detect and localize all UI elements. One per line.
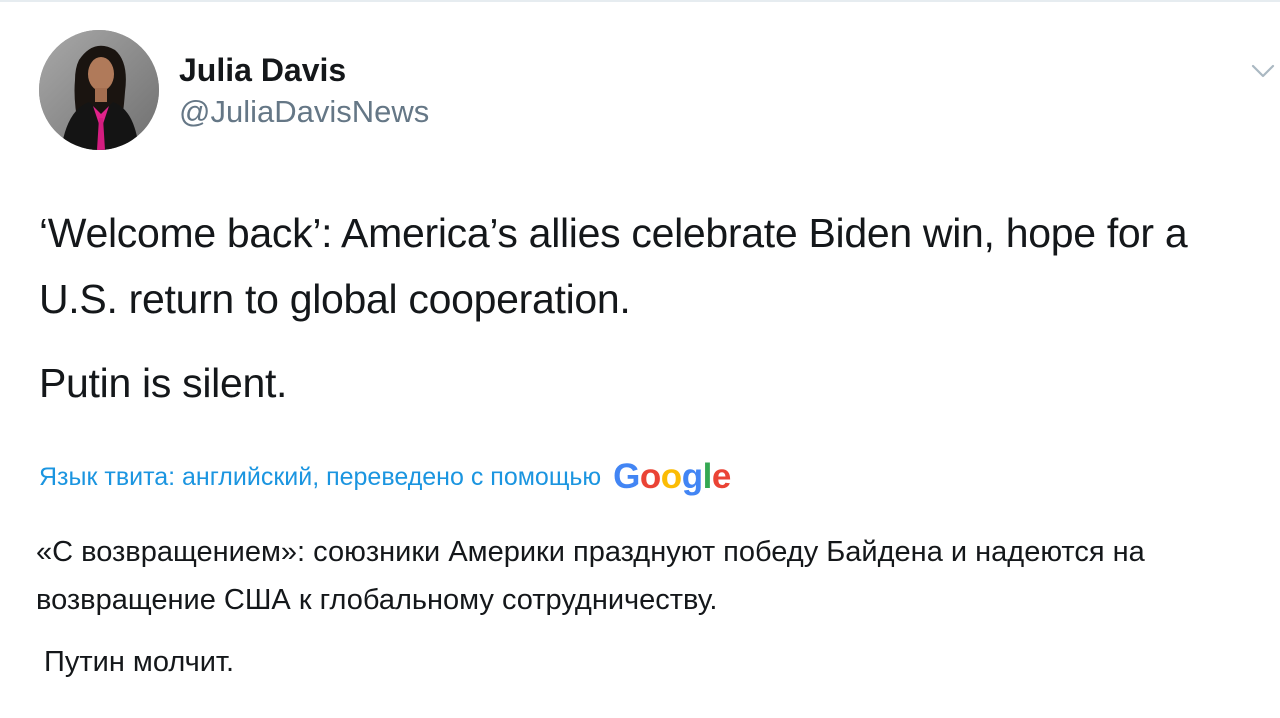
tweet-card: Julia Davis @JuliaDavisNews ‘Welcome bac… — [0, 0, 1280, 718]
google-logo-letter: e — [711, 457, 731, 496]
google-logo-letter: l — [702, 457, 713, 496]
tweet-text: ‘Welcome back’: America’s allies celebra… — [39, 200, 1269, 416]
google-logo-letter: G — [613, 457, 640, 496]
translated-text: «С возвращением»: союзники Америки празд… — [36, 528, 1256, 686]
translated-paragraph: «С возвращением»: союзники Америки празд… — [36, 536, 1145, 616]
translation-attribution: Язык твита: английский, переведено с пом… — [39, 454, 731, 500]
author-display-name[interactable]: Julia Davis — [179, 50, 346, 90]
translation-label[interactable]: Язык твита: английский, переведено с пом… — [39, 463, 601, 492]
tweet-paragraph: Putin is silent. — [39, 360, 288, 406]
author-handle[interactable]: @JuliaDavisNews — [179, 92, 429, 132]
google-logo-letter: o — [639, 457, 661, 496]
google-logo: Google — [613, 454, 731, 500]
translated-paragraph: Путин молчит. — [44, 646, 235, 678]
google-logo-letter: g — [681, 457, 703, 496]
tweet-paragraph: ‘Welcome back’: America’s allies celebra… — [39, 210, 1188, 322]
google-logo-letter: o — [660, 457, 682, 496]
avatar[interactable] — [39, 30, 159, 150]
chevron-down-icon[interactable] — [1248, 60, 1278, 82]
